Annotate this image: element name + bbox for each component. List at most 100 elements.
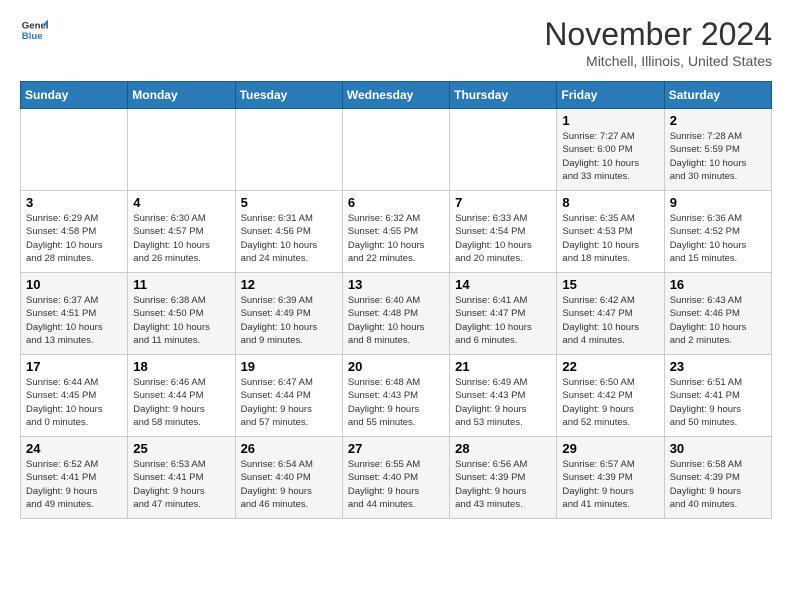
day-number: 9 <box>670 195 766 210</box>
day-info: Sunrise: 6:35 AM Sunset: 4:53 PM Dayligh… <box>562 212 658 265</box>
table-row: 9 Sunrise: 6:36 AM Sunset: 4:52 PM Daylig… <box>664 191 771 273</box>
header: General Blue November 2024 Mitchell, Ill… <box>20 16 772 69</box>
table-row: 28 Sunrise: 6:56 AM Sunset: 4:39 PM Dayli… <box>450 437 557 519</box>
day-info: Sunrise: 6:39 AM Sunset: 4:49 PM Dayligh… <box>241 294 337 347</box>
day-number: 28 <box>455 441 551 456</box>
day-info: Sunrise: 6:47 AM Sunset: 4:44 PM Dayligh… <box>241 376 337 429</box>
table-row: 11Sunrise: 6:38 AM Sunset: 4:50 PM Dayli… <box>128 273 235 355</box>
day-number: 16 <box>670 277 766 292</box>
table-row <box>450 109 557 191</box>
day-info: Sunrise: 6:44 AM Sunset: 4:45 PM Dayligh… <box>26 376 122 429</box>
table-row: 29 Sunrise: 6:57 AM Sunset: 4:39 PM Dayli… <box>557 437 664 519</box>
day-number: 10 <box>26 277 122 292</box>
table-row: 2 Sunrise: 7:28 AM Sunset: 5:59 PM Daylig… <box>664 109 771 191</box>
table-row: 6Sunrise: 6:32 AM Sunset: 4:55 PM Daylig… <box>342 191 449 273</box>
table-row <box>342 109 449 191</box>
col-sunday: Sunday <box>21 82 128 109</box>
table-row: 25 Sunrise: 6:53 AM Sunset: 4:41 PM Dayli… <box>128 437 235 519</box>
day-info: Sunrise: 6:51 AM Sunset: 4:41 PM Dayligh… <box>670 376 766 429</box>
day-number: 30 <box>670 441 766 456</box>
day-info: Sunrise: 6:29 AM Sunset: 4:58 PM Dayligh… <box>26 212 122 265</box>
day-number: 14 <box>455 277 551 292</box>
location: Mitchell, Illinois, United States <box>544 53 772 69</box>
day-info: Sunrise: 6:43 AM Sunset: 4:46 PM Dayligh… <box>670 294 766 347</box>
table-row: 15 Sunrise: 6:42 AM Sunset: 4:47 PM Dayli… <box>557 273 664 355</box>
table-row: 21 Sunrise: 6:49 AM Sunset: 4:43 PM Dayli… <box>450 355 557 437</box>
day-number: 8 <box>562 195 658 210</box>
table-row: 3 Sunrise: 6:29 AM Sunset: 4:58 PM Daylig… <box>21 191 128 273</box>
day-number: 12 <box>241 277 337 292</box>
table-row: 19 Sunrise: 6:47 AM Sunset: 4:44 PM Dayli… <box>235 355 342 437</box>
day-number: 26 <box>241 441 337 456</box>
day-info: Sunrise: 6:52 AM Sunset: 4:41 PM Dayligh… <box>26 458 122 511</box>
day-info: Sunrise: 6:32 AM Sunset: 4:55 PM Dayligh… <box>348 212 444 265</box>
table-row: 17 Sunrise: 6:44 AM Sunset: 4:45 PM Dayli… <box>21 355 128 437</box>
calendar-table: Sunday Monday Tuesday Wednesday Thursday… <box>20 81 772 519</box>
table-row: 26 Sunrise: 6:54 AM Sunset: 4:40 PM Dayli… <box>235 437 342 519</box>
col-tuesday: Tuesday <box>235 82 342 109</box>
svg-text:Blue: Blue <box>22 31 43 42</box>
day-number: 5 <box>241 195 337 210</box>
day-number: 2 <box>670 113 766 128</box>
table-row: 10 Sunrise: 6:37 AM Sunset: 4:51 PM Dayli… <box>21 273 128 355</box>
day-info: Sunrise: 6:50 AM Sunset: 4:42 PM Dayligh… <box>562 376 658 429</box>
table-row: 18Sunrise: 6:46 AM Sunset: 4:44 PM Dayli… <box>128 355 235 437</box>
day-info: Sunrise: 6:48 AM Sunset: 4:43 PM Dayligh… <box>348 376 444 429</box>
table-row: 16 Sunrise: 6:43 AM Sunset: 4:46 PM Dayli… <box>664 273 771 355</box>
table-row: 4 Sunrise: 6:30 AM Sunset: 4:57 PM Daylig… <box>128 191 235 273</box>
day-info: Sunrise: 6:53 AM Sunset: 4:41 PM Dayligh… <box>133 458 229 511</box>
day-info: Sunrise: 6:30 AM Sunset: 4:57 PM Dayligh… <box>133 212 229 265</box>
table-row: 1 Sunrise: 7:27 AM Sunset: 6:00 PM Daylig… <box>557 109 664 191</box>
table-row <box>128 109 235 191</box>
col-saturday: Saturday <box>664 82 771 109</box>
col-friday: Friday <box>557 82 664 109</box>
title-block: November 2024 Mitchell, Illinois, United… <box>544 16 772 69</box>
day-info: Sunrise: 6:49 AM Sunset: 4:43 PM Dayligh… <box>455 376 551 429</box>
day-info: Sunrise: 6:56 AM Sunset: 4:39 PM Dayligh… <box>455 458 551 511</box>
day-number: 7 <box>455 195 551 210</box>
day-number: 1 <box>562 113 658 128</box>
logo: General Blue <box>20 16 48 44</box>
col-monday: Monday <box>128 82 235 109</box>
day-number: 20 <box>348 359 444 374</box>
table-row <box>235 109 342 191</box>
day-info: Sunrise: 6:55 AM Sunset: 4:40 PM Dayligh… <box>348 458 444 511</box>
day-info: Sunrise: 6:36 AM Sunset: 4:52 PM Dayligh… <box>670 212 766 265</box>
header-row: Sunday Monday Tuesday Wednesday Thursday… <box>21 82 772 109</box>
day-number: 11 <box>133 277 229 292</box>
table-row: 20 Sunrise: 6:48 AM Sunset: 4:43 PM Dayli… <box>342 355 449 437</box>
day-number: 29 <box>562 441 658 456</box>
day-number: 3 <box>26 195 122 210</box>
table-row: 8 Sunrise: 6:35 AM Sunset: 4:53 PM Daylig… <box>557 191 664 273</box>
col-thursday: Thursday <box>450 82 557 109</box>
day-info: Sunrise: 6:42 AM Sunset: 4:47 PM Dayligh… <box>562 294 658 347</box>
day-info: Sunrise: 6:58 AM Sunset: 4:39 PM Dayligh… <box>670 458 766 511</box>
svg-text:General: General <box>22 20 48 31</box>
day-info: Sunrise: 6:33 AM Sunset: 4:54 PM Dayligh… <box>455 212 551 265</box>
day-number: 15 <box>562 277 658 292</box>
day-number: 24 <box>26 441 122 456</box>
day-number: 17 <box>26 359 122 374</box>
day-number: 19 <box>241 359 337 374</box>
day-info: Sunrise: 6:57 AM Sunset: 4:39 PM Dayligh… <box>562 458 658 511</box>
table-row: 13Sunrise: 6:40 AM Sunset: 4:48 PM Dayli… <box>342 273 449 355</box>
table-row: 7 Sunrise: 6:33 AM Sunset: 4:54 PM Daylig… <box>450 191 557 273</box>
day-info: Sunrise: 6:37 AM Sunset: 4:51 PM Dayligh… <box>26 294 122 347</box>
day-number: 4 <box>133 195 229 210</box>
day-info: Sunrise: 7:28 AM Sunset: 5:59 PM Dayligh… <box>670 130 766 183</box>
col-wednesday: Wednesday <box>342 82 449 109</box>
table-row: 22Sunrise: 6:50 AM Sunset: 4:42 PM Dayli… <box>557 355 664 437</box>
logo-icon: General Blue <box>20 16 48 44</box>
month-title: November 2024 <box>544 16 772 53</box>
day-number: 25 <box>133 441 229 456</box>
day-info: Sunrise: 6:31 AM Sunset: 4:56 PM Dayligh… <box>241 212 337 265</box>
day-info: Sunrise: 7:27 AM Sunset: 6:00 PM Dayligh… <box>562 130 658 183</box>
day-number: 21 <box>455 359 551 374</box>
table-row: 12 Sunrise: 6:39 AM Sunset: 4:49 PM Dayli… <box>235 273 342 355</box>
day-number: 13 <box>348 277 444 292</box>
table-row: 30 Sunrise: 6:58 AM Sunset: 4:39 PM Dayli… <box>664 437 771 519</box>
day-info: Sunrise: 6:41 AM Sunset: 4:47 PM Dayligh… <box>455 294 551 347</box>
day-info: Sunrise: 6:54 AM Sunset: 4:40 PM Dayligh… <box>241 458 337 511</box>
table-row: 27Sunrise: 6:55 AM Sunset: 4:40 PM Dayli… <box>342 437 449 519</box>
day-info: Sunrise: 6:46 AM Sunset: 4:44 PM Dayligh… <box>133 376 229 429</box>
